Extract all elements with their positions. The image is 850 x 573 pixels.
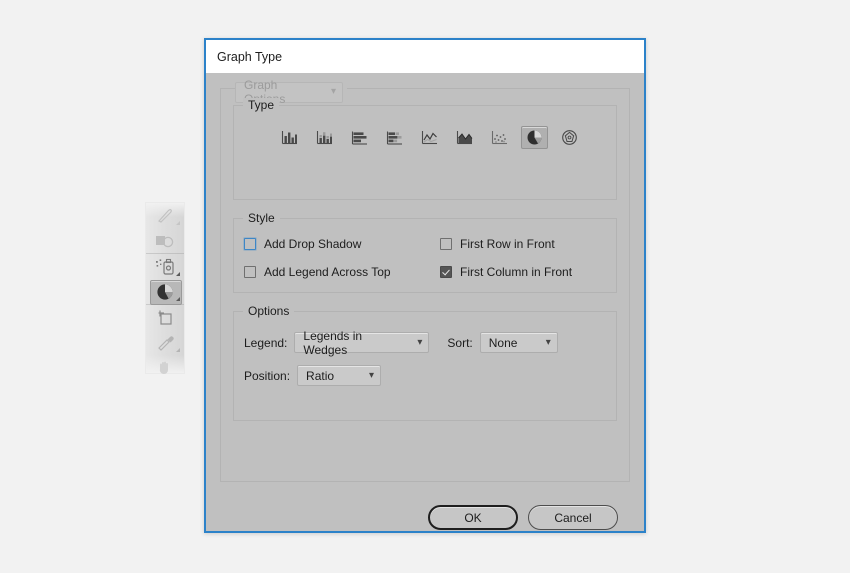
hand-icon <box>156 359 174 377</box>
checkbox-box[interactable] <box>440 266 452 278</box>
sort-select-value: None <box>488 335 518 350</box>
dialog-body: Graph Options ▾ Type <box>206 73 644 531</box>
area-graph-icon <box>456 130 473 144</box>
dialog-button-row: OK Cancel <box>220 482 630 530</box>
graph-type-dialog: Graph Type Graph Options ▾ Type <box>204 38 646 533</box>
tool-panel <box>146 203 184 374</box>
paintbrush-tool[interactable] <box>146 203 184 228</box>
checkbox-first-column-in-front[interactable]: First Column in Front <box>440 265 616 279</box>
flyout-corner-icon <box>176 348 180 352</box>
legend-sort-row: Legend: Legends in Wedges ▾ Sort: None ▾ <box>234 312 616 357</box>
sort-select[interactable]: None ▾ <box>479 332 558 353</box>
paintbrush-icon <box>155 207 175 225</box>
stacked-bar-graph-icon <box>386 131 402 145</box>
bar-graph-button[interactable] <box>346 126 373 149</box>
position-row: Position: Ratio ▾ <box>234 353 616 386</box>
position-select[interactable]: Ratio ▾ <box>297 365 382 386</box>
column-graph-icon <box>281 130 297 144</box>
scatter-graph-icon <box>491 130 507 144</box>
stacked-bar-graph-button[interactable] <box>381 126 408 149</box>
checkbox-box[interactable] <box>440 238 452 250</box>
hand-tool[interactable] <box>146 355 184 380</box>
symbol-sprayer-tool[interactable] <box>146 254 184 279</box>
artboard-icon <box>154 308 176 328</box>
graph-tool[interactable] <box>146 279 184 305</box>
ok-button[interactable]: OK <box>428 505 518 530</box>
eyedropper-icon <box>155 334 175 352</box>
flyout-corner-icon <box>176 297 180 301</box>
bar-graph-icon <box>351 131 367 145</box>
checkbox-box[interactable] <box>244 266 256 278</box>
options-group-legend: Options <box>243 304 295 318</box>
position-label: Position: <box>244 368 291 383</box>
chevron-down-icon: ▾ <box>545 336 551 348</box>
eyedropper-tool[interactable] <box>146 330 184 355</box>
style-group-legend: Style <box>243 211 280 225</box>
chevron-down-icon: ▾ <box>417 336 423 348</box>
column-graph-button[interactable] <box>276 126 303 149</box>
pie-graph-button[interactable] <box>521 126 548 149</box>
type-group: Type <box>233 98 617 200</box>
legend-select-value: Legends in Wedges <box>303 328 363 357</box>
position-select-value: Ratio <box>306 368 335 383</box>
graph-pie-icon <box>156 283 174 301</box>
checkbox-add-legend-across-top[interactable]: Add Legend Across Top <box>244 265 440 279</box>
area-graph-button[interactable] <box>451 126 478 149</box>
options-group: Options Legend: Legends in Wedges ▾ Sort… <box>233 304 617 421</box>
scatter-graph-button[interactable] <box>486 126 513 149</box>
checkbox-label: First Row in Front <box>460 237 555 251</box>
chevron-down-icon: ▾ <box>369 369 375 381</box>
chevron-down-icon: ▾ <box>330 86 336 97</box>
checkbox-label: Add Drop Shadow <box>264 237 362 251</box>
type-group-legend: Type <box>243 98 280 112</box>
shape-builder-tool[interactable] <box>146 228 184 253</box>
checkbox-label: First Column in Front <box>460 265 573 279</box>
symbol-sprayer-icon <box>154 257 176 277</box>
graph-options-panel: Graph Options ▾ Type <box>220 78 630 482</box>
artboard-tool[interactable] <box>146 305 184 330</box>
sort-label: Sort: <box>447 335 473 350</box>
legend-label: Legend: <box>244 335 288 350</box>
pie-graph-icon <box>527 130 542 145</box>
stacked-column-graph-button[interactable] <box>311 126 338 149</box>
stacked-column-graph-icon <box>316 130 332 144</box>
dialog-title-bar: Graph Type <box>206 40 644 73</box>
style-group: Style Add Drop Shadow First Row in Front… <box>233 211 617 293</box>
radar-graph-icon <box>562 130 577 145</box>
shape-builder-icon <box>154 233 176 249</box>
checkbox-box[interactable] <box>244 238 256 250</box>
cancel-button[interactable]: Cancel <box>528 505 618 530</box>
style-checkbox-grid: Add Drop Shadow First Row in Front Add L… <box>234 219 616 279</box>
flyout-corner-icon <box>176 221 180 225</box>
checkbox-add-drop-shadow[interactable]: Add Drop Shadow <box>244 237 440 251</box>
dialog-title: Graph Type <box>217 49 283 64</box>
radar-graph-button[interactable] <box>556 126 583 149</box>
line-graph-icon <box>421 130 437 144</box>
flyout-corner-icon <box>176 272 180 276</box>
line-graph-button[interactable] <box>416 126 443 149</box>
graph-type-buttons <box>234 106 616 149</box>
checkbox-first-row-in-front[interactable]: First Row in Front <box>440 237 616 251</box>
legend-select[interactable]: Legends in Wedges ▾ <box>294 329 430 357</box>
checkbox-label: Add Legend Across Top <box>264 265 391 279</box>
